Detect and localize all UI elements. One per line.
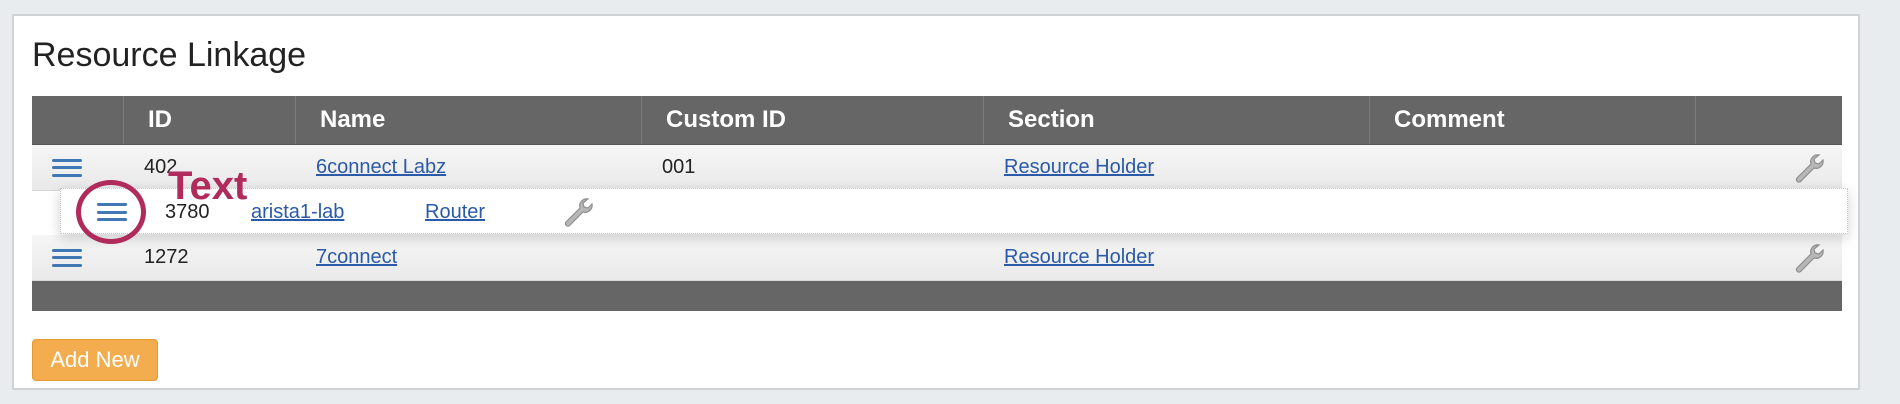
row-section-link[interactable]: Resource Holder (1004, 246, 1154, 269)
dragged-row-section-link[interactable]: Router (425, 201, 485, 224)
row-section-cell: Resource Holder (984, 235, 1370, 280)
row-comment (1370, 235, 1696, 280)
column-header-section[interactable]: Section (984, 96, 1370, 144)
dragged-row-name-link[interactable]: arista1-lab (251, 201, 344, 224)
row-comment (1370, 145, 1696, 190)
row-custom-id: 001 (662, 156, 696, 178)
annotation-label: Text (168, 164, 248, 208)
row-actions-cell (1696, 235, 1842, 280)
column-header-id[interactable]: ID (124, 96, 296, 144)
row-section-link[interactable]: Resource Holder (1004, 156, 1154, 179)
row-id: 1272 (144, 246, 189, 268)
hamburger-drag-icon[interactable] (97, 203, 127, 221)
table-row: 1272 7connect Resource Holder (32, 235, 1842, 281)
column-header-custom-id[interactable]: Custom ID (642, 96, 984, 144)
column-header-actions (1696, 96, 1842, 144)
wrench-icon[interactable] (1792, 151, 1826, 185)
row-name-link[interactable]: 6connect Labz (316, 156, 446, 179)
row-custom-id (642, 235, 984, 280)
page-title: Resource Linkage (32, 36, 307, 74)
row-actions-cell (1696, 145, 1842, 190)
add-new-button[interactable]: Add New (32, 339, 158, 381)
column-header-handle (32, 96, 124, 144)
row-handle-cell (32, 145, 124, 190)
row-section-cell: Resource Holder (984, 145, 1370, 190)
column-header-comment[interactable]: Comment (1370, 96, 1696, 144)
row-name-cell: 7connect (296, 235, 642, 280)
row-name-link[interactable]: 7connect (316, 246, 397, 269)
row-handle-cell (32, 235, 124, 280)
table-header: ID Name Custom ID Section Comment (32, 96, 1842, 145)
row-name-cell: 6connect Labz (296, 145, 642, 190)
wrench-icon[interactable] (561, 195, 595, 229)
table-row: 402 6connect Labz 001 Resource Holder (32, 145, 1842, 191)
hamburger-drag-icon[interactable] (52, 248, 82, 267)
hamburger-drag-icon[interactable] (52, 158, 82, 177)
wrench-icon[interactable] (1792, 241, 1826, 275)
dragged-row[interactable]: 3780 arista1-lab Router (60, 188, 1848, 234)
table-footer (32, 281, 1842, 311)
column-header-name[interactable]: Name (296, 96, 642, 144)
